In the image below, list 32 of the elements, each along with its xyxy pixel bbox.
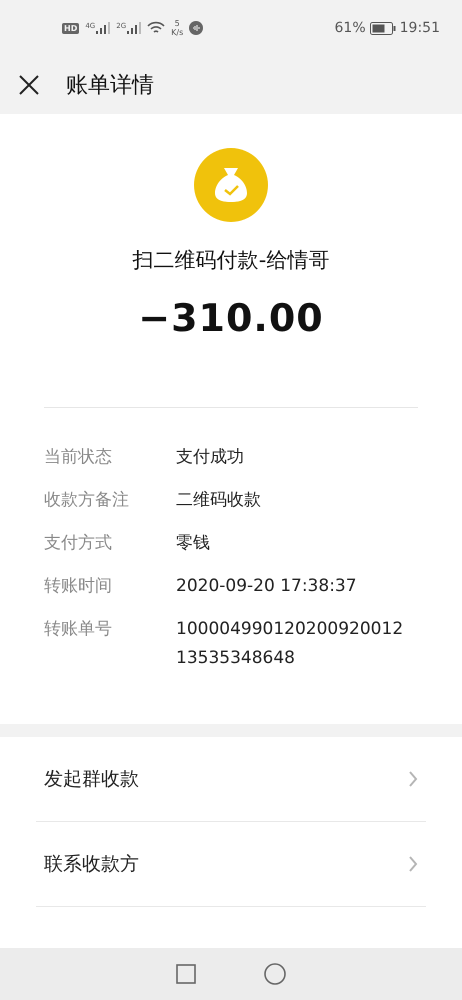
menu-item[interactable]: 发起群收款 bbox=[36, 737, 426, 822]
recent-apps-icon[interactable] bbox=[176, 964, 196, 984]
detail-label: 转账时间 bbox=[44, 575, 113, 598]
signal-icon bbox=[127, 22, 142, 34]
clock-time: 19:51 bbox=[400, 20, 440, 36]
menu-item[interactable]: 联系收款方 bbox=[36, 822, 426, 907]
speed-unit: K/s bbox=[171, 28, 184, 37]
detail-label: 转账单号 bbox=[44, 618, 113, 641]
signal-icon bbox=[96, 22, 110, 34]
detail-value: 零钱 bbox=[176, 532, 211, 555]
detail-label: 当前状态 bbox=[44, 446, 113, 469]
detail-label: 支付方式 bbox=[44, 532, 113, 555]
detail-value: 二维码收款 bbox=[176, 489, 262, 512]
battery-percent: 61% bbox=[334, 20, 366, 36]
payment-title: 扫二维码付款-给情哥 bbox=[132, 247, 330, 274]
payment-amount: −310.00 bbox=[138, 296, 324, 340]
sound-wave-icon bbox=[189, 21, 204, 35]
speed-value: 5 bbox=[174, 19, 180, 28]
money-bag-icon bbox=[194, 148, 268, 222]
detail-value: 2020-09-20 17:38:37 bbox=[176, 575, 358, 598]
chevron-icon bbox=[408, 771, 418, 787]
close-button[interactable] bbox=[18, 74, 40, 96]
page-title: 账单详情 bbox=[66, 72, 154, 100]
hd-badge: HD bbox=[62, 22, 80, 34]
detail-value: 支付成功 bbox=[176, 446, 245, 469]
chevron-icon bbox=[408, 856, 418, 872]
detail-value: 10000499012020092001213535348648 bbox=[176, 618, 404, 670]
battery-icon bbox=[370, 22, 396, 34]
close-icon bbox=[18, 74, 40, 96]
detail-label: 收款方备注 bbox=[44, 489, 130, 512]
wifi-icon bbox=[147, 21, 166, 35]
home-icon[interactable] bbox=[264, 963, 286, 985]
